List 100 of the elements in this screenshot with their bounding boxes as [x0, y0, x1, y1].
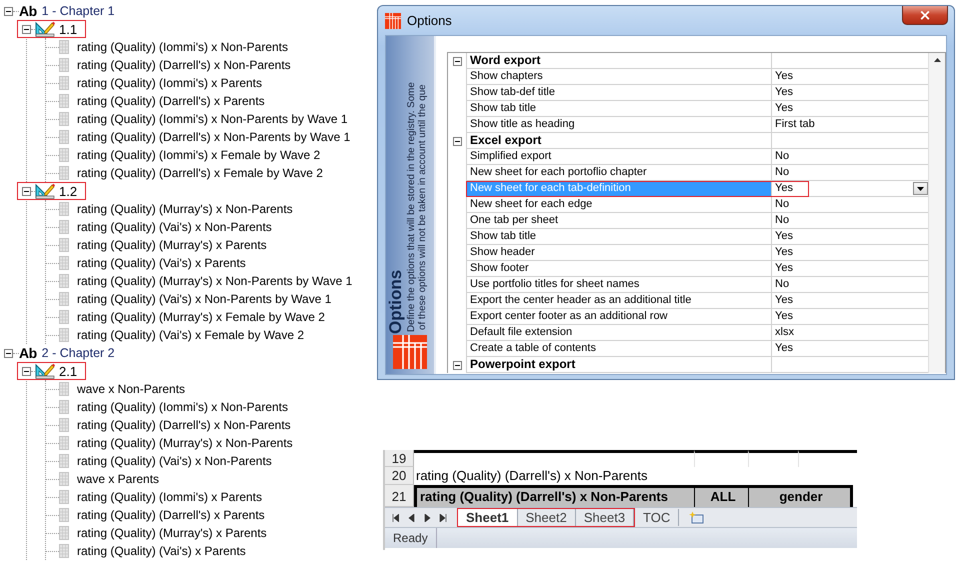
option-value[interactable]: No [775, 213, 790, 228]
option-name[interactable]: Use portfolio titles for sheet names [467, 277, 772, 293]
tree-item[interactable]: rating (Quality) (Iommi's) x Parents [77, 76, 262, 90]
scrollbar[interactable] [928, 53, 945, 373]
collapse-toggle[interactable] [452, 136, 462, 146]
option-value[interactable]: Yes [775, 229, 793, 244]
option-value[interactable]: Yes [775, 309, 793, 324]
tab-definition-label[interactable]: 1.1 [59, 22, 78, 36]
tree-item[interactable]: rating (Quality) (Murray's) x Parents [77, 238, 267, 252]
tree-item[interactable]: rating (Quality) (Vai's) x Non-Parents by Wave 1 [77, 292, 332, 306]
collapse-toggle[interactable] [22, 186, 31, 196]
sheet-tab[interactable]: Sheet2 [518, 509, 576, 526]
tree-item[interactable]: wave x Parents [77, 472, 160, 486]
sheet-tab[interactable]: Sheet1 [458, 509, 518, 526]
option-value[interactable]: Yes [775, 85, 793, 100]
option-value[interactable]: Yes [775, 293, 793, 308]
window-title: Options [407, 13, 452, 28]
tree-item[interactable]: rating (Quality) (Murray's) x Non-Parents by Wave 1 [77, 274, 352, 288]
table-header-cell: rating (Quality) (Darrell's) x Non-Parents [414, 485, 694, 507]
option-name[interactable]: Show header [467, 245, 772, 261]
first-sheet-icon[interactable] [391, 514, 399, 522]
tree-item[interactable]: rating (Quality) (Vai's) x Non-Parents [77, 454, 272, 468]
tree-item[interactable]: rating (Quality) (Darrell's) x Female by Wave 2 [77, 166, 323, 180]
group-heading: Excel export [467, 133, 772, 149]
option-name[interactable]: Show footer [467, 261, 772, 277]
close-button[interactable]: × [902, 6, 948, 25]
tree-item[interactable]: rating (Quality) (Vai's) x Parents [77, 256, 246, 270]
option-value[interactable]: Yes [775, 181, 793, 196]
new-sheet-icon[interactable] [689, 511, 704, 524]
tree-item[interactable]: rating (Quality) (Murray's) x Parents [77, 526, 267, 540]
tab-definition-label[interactable]: 2.1 [59, 364, 78, 378]
table-header-cell: ALL [694, 485, 748, 507]
option-value[interactable]: Yes [775, 261, 793, 276]
tree-item[interactable]: rating (Quality) (Darrell's) x Non-Parents [77, 418, 291, 432]
tree-item[interactable]: rating (Quality) (Darrell's) x Parents [77, 94, 265, 108]
option-name[interactable]: Show tab title [467, 101, 772, 117]
tree-item[interactable]: rating (Quality) (Iommi's) x Parents [77, 490, 262, 504]
previous-sheet-icon[interactable] [407, 514, 415, 522]
option-name[interactable]: Simplified export [467, 149, 772, 165]
tree-item[interactable]: rating (Quality) (Vai's) x Parents [77, 544, 246, 558]
app-logo-icon [391, 335, 429, 369]
option-name[interactable]: New sheet for each portoflio chapter [467, 165, 772, 181]
option-name[interactable]: Export the center header as an additional title [467, 293, 772, 309]
dropdown-button[interactable] [913, 182, 928, 195]
collapse-toggle[interactable] [4, 348, 13, 358]
tree-item[interactable]: rating (Quality) (Darrell's) x Parents [77, 508, 265, 522]
option-value[interactable]: First tab [775, 117, 815, 132]
tree-item[interactable]: rating (Quality) (Iommi's) x Non-Parents [77, 40, 288, 54]
next-sheet-icon[interactable] [423, 514, 431, 522]
option-value[interactable]: Yes [775, 69, 793, 84]
chapter-label[interactable]: 1 - Chapter 1 [42, 4, 115, 18]
tree-item[interactable]: rating (Quality) (Iommi's) x Female by Wave 2 [77, 148, 320, 162]
tree-item[interactable]: rating (Quality) (Vai's) x Female by Wave 2 [77, 328, 304, 342]
table-icon [59, 490, 69, 504]
option-value[interactable]: No [775, 197, 790, 212]
chapter-label[interactable]: 2 - Chapter 2 [42, 346, 115, 360]
option-name[interactable]: Show tab-def title [467, 85, 772, 101]
option-name[interactable]: Default file extension [467, 325, 772, 341]
tree-item[interactable]: rating (Quality) (Darrell's) x Non-Parents [77, 58, 291, 72]
option-value[interactable]: No [775, 149, 790, 164]
option-name[interactable]: Show chapters [467, 69, 772, 85]
tree-item[interactable]: rating (Quality) (Darrell's) x Non-Parents by Wave 1 [77, 130, 350, 144]
table-icon [59, 274, 69, 288]
tree-item[interactable]: rating (Quality) (Murray's) x Female by Wave 2 [77, 310, 325, 324]
option-name[interactable]: Show tab title [467, 229, 772, 245]
caret-icon [917, 186, 924, 190]
collapse-toggle[interactable] [452, 56, 462, 66]
collapse-toggle[interactable] [22, 24, 31, 34]
option-name[interactable]: Show title as heading [467, 117, 772, 133]
table-icon [59, 382, 69, 396]
row-number: 21 [385, 485, 414, 507]
option-value[interactable]: Yes [775, 341, 793, 356]
option-name[interactable]: Create a table of contents [467, 341, 772, 357]
tree-item[interactable]: rating (Quality) (Murray's) x Non-Parents [77, 436, 293, 450]
table-cell [748, 450, 798, 467]
option-name[interactable]: One tab per sheet [467, 213, 772, 229]
option-value[interactable]: No [775, 277, 790, 292]
option-name[interactable]: Export center footer as an additional row [467, 309, 772, 325]
cell-text: rating (Quality) (Darrell's) x Non-Parents [416, 468, 648, 483]
table-icon [59, 418, 69, 432]
last-sheet-icon[interactable] [439, 514, 447, 522]
table-icon [59, 400, 69, 414]
collapse-toggle[interactable] [452, 360, 462, 370]
option-value[interactable]: xlsx [775, 325, 794, 340]
scroll-up-icon[interactable] [934, 58, 940, 62]
option-name[interactable]: New sheet for each edge [467, 197, 772, 213]
collapse-toggle[interactable] [4, 6, 13, 16]
table-icon [59, 238, 69, 252]
option-value[interactable]: Yes [775, 101, 793, 116]
tree-item[interactable]: rating (Quality) (Iommi's) x Non-Parents [77, 400, 288, 414]
tree-item[interactable]: rating (Quality) (Murray's) x Non-Parents [77, 202, 293, 216]
option-value[interactable]: Yes [775, 245, 793, 260]
option-value[interactable]: No [775, 165, 790, 180]
group-heading: Powerpoint export [467, 357, 772, 373]
table-icon [59, 148, 69, 162]
tab-definition-label[interactable]: 1.2 [59, 184, 78, 198]
collapse-toggle[interactable] [22, 366, 31, 376]
tree-item[interactable]: wave x Non-Parents [77, 382, 186, 396]
tree-item[interactable]: rating (Quality) (Vai's) x Non-Parents [77, 220, 272, 234]
tree-item[interactable]: rating (Quality) (Iommi's) x Non-Parents by Wave 1 [77, 112, 348, 126]
